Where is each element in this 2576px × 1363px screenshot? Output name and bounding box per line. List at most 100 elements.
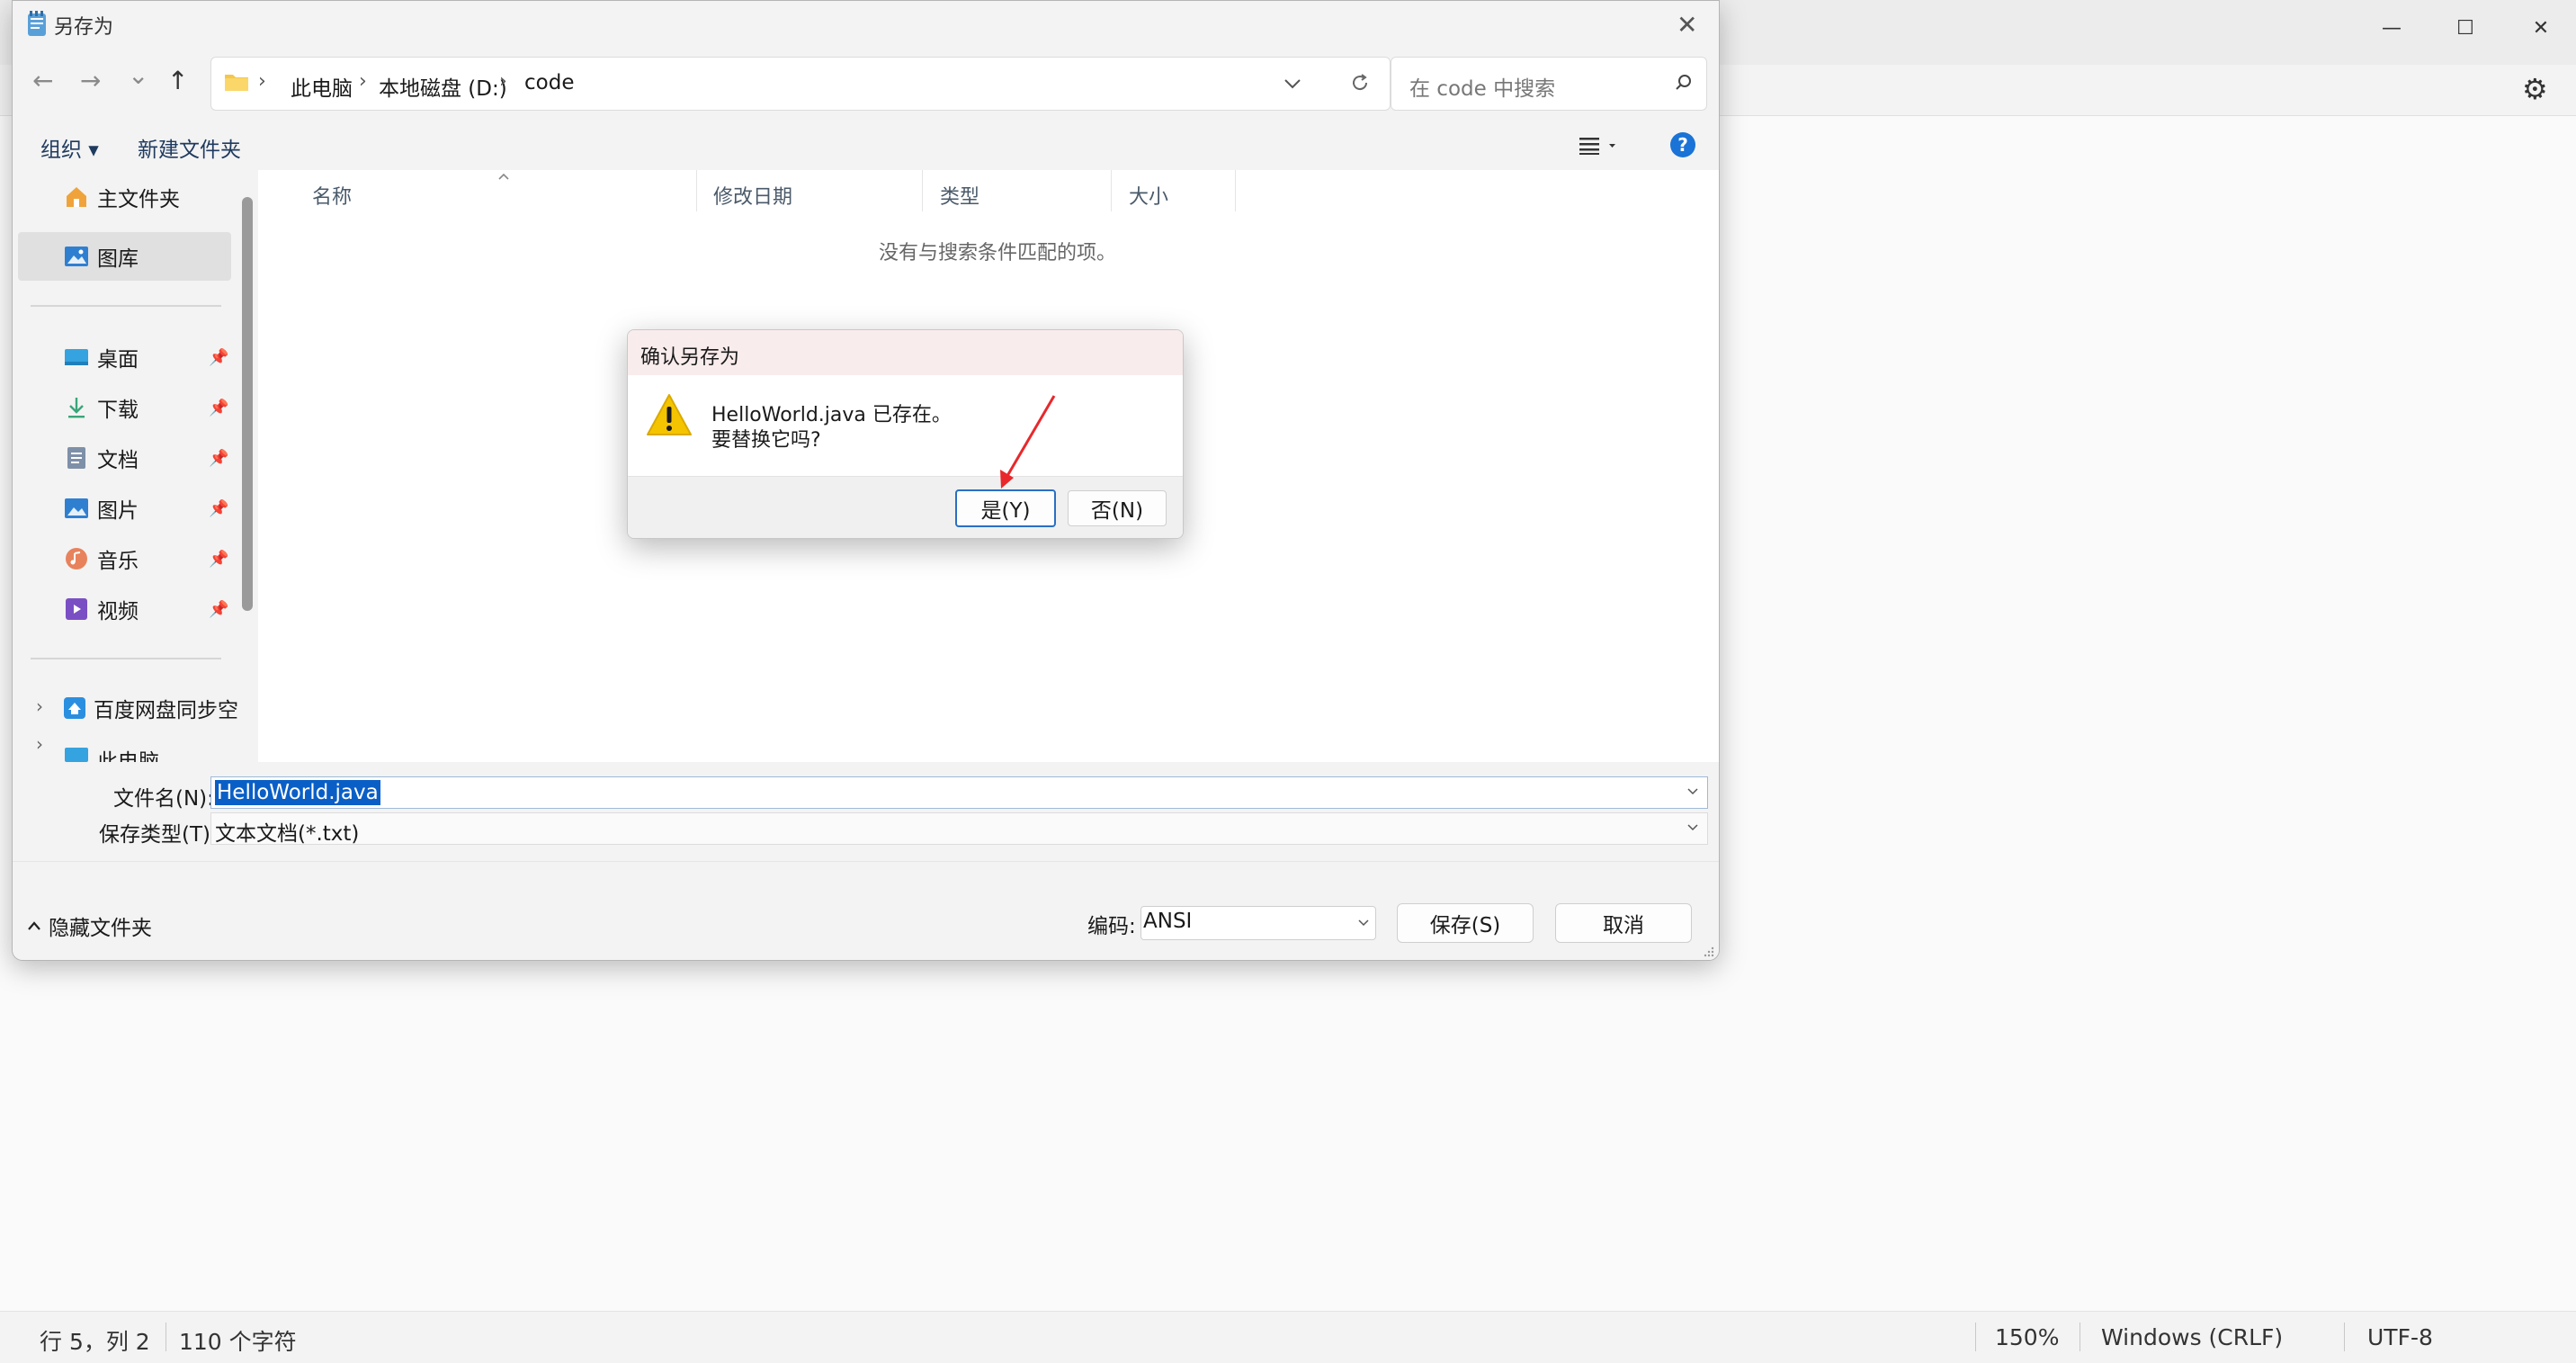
up-arrow-icon[interactable]: ↑ xyxy=(167,66,188,95)
expand-chevron-icon[interactable]: › xyxy=(36,695,43,717)
confirm-title: 确认另存为 xyxy=(640,346,740,369)
encoding-label: 编码: xyxy=(1087,915,1136,938)
nav-item-label: 视频 xyxy=(97,600,139,623)
cancel-button[interactable]: 取消 xyxy=(1555,903,1692,943)
encoding-value: ANSI xyxy=(1143,910,1193,933)
nav-item-label: 百度网盘同步空间 xyxy=(94,699,240,722)
pin-icon: 📌 xyxy=(209,499,229,518)
forward-arrow-icon[interactable]: → xyxy=(80,66,101,95)
column-divider[interactable] xyxy=(1235,170,1236,211)
address-dropdown-chevron-icon[interactable] xyxy=(1284,77,1301,90)
status-bar: 行 5，列 2 110 个字符 150% Windows (CRLF) UTF-… xyxy=(0,1311,2576,1363)
filename-label: 文件名(N): xyxy=(113,787,214,811)
filetype-label: 保存类型(T): xyxy=(99,823,218,847)
confirm-message-line2: 要替换它吗? xyxy=(711,429,821,452)
encoding-dropdown-chevron-icon[interactable] xyxy=(1357,919,1370,928)
status-divider xyxy=(165,1323,166,1351)
music-icon xyxy=(63,546,90,571)
pin-icon: 📌 xyxy=(209,550,229,569)
search-icon[interactable] xyxy=(1674,73,1694,93)
column-header-modified[interactable]: 修改日期 xyxy=(713,181,792,210)
column-divider[interactable] xyxy=(1111,170,1112,211)
address-bar[interactable]: › 此电脑 › 本地磁盘 (D:) › code xyxy=(210,57,1391,111)
nav-item-music[interactable]: 音乐 xyxy=(13,535,228,582)
nav-item-home[interactable]: 主文件夹 xyxy=(13,174,228,220)
nav-item-label: 桌面 xyxy=(97,348,139,372)
refresh-icon[interactable] xyxy=(1349,72,1371,94)
line-ending[interactable]: Windows (CRLF) xyxy=(2101,1324,2283,1350)
organize-menu[interactable]: 组织 ▾ xyxy=(40,132,99,163)
nav-item-videos[interactable]: 视频 xyxy=(13,586,228,632)
nav-item-label: 图库 xyxy=(97,247,139,271)
breadcrumb-code[interactable]: code xyxy=(524,71,574,94)
hide-folders-toggle[interactable]: 隐藏文件夹 xyxy=(27,910,152,941)
view-options-icon[interactable] xyxy=(1579,136,1619,156)
command-bar: 组织 ▾ 新建文件夹 ? xyxy=(13,120,1719,170)
save-button[interactable]: 保存(S) xyxy=(1397,903,1534,943)
filename-dropdown-chevron-icon[interactable] xyxy=(1686,787,1699,796)
dialog-footer: 隐藏文件夹 编码: ANSI 保存(S) 取消 xyxy=(13,861,1719,960)
filename-input[interactable]: HelloWorld.java xyxy=(210,776,1708,809)
yes-button[interactable]: 是(Y) xyxy=(955,489,1056,527)
annotation-arrow-icon xyxy=(1000,395,1056,489)
confirm-titlebar: 确认另存为 xyxy=(628,330,1183,375)
confirm-body: HelloWorld.java 已存在。 要替换它吗? xyxy=(628,375,1183,476)
breadcrumb-separator: › xyxy=(359,70,367,93)
breadcrumb-drive-d[interactable]: 本地磁盘 (D:) xyxy=(379,71,507,102)
nav-item-documents[interactable]: 文档 xyxy=(13,435,228,481)
nav-item-label: 音乐 xyxy=(97,550,139,573)
column-divider[interactable] xyxy=(922,170,923,211)
resize-grip-icon[interactable] xyxy=(1702,945,1714,957)
status-divider xyxy=(1975,1323,1976,1351)
new-folder-button[interactable]: 新建文件夹 xyxy=(138,132,241,163)
char-count: 110 个字符 xyxy=(179,1329,297,1355)
encoding-select[interactable]: ANSI xyxy=(1140,906,1376,940)
nav-item-gallery[interactable]: 图库 xyxy=(18,232,231,281)
sort-ascending-icon xyxy=(498,173,509,180)
nav-item-label: 图片 xyxy=(97,499,139,523)
breadcrumb-separator: › xyxy=(499,70,507,93)
column-header-size[interactable]: 大小 xyxy=(1129,181,1168,210)
nav-item-this-pc[interactable]: › 此电脑 xyxy=(13,730,228,762)
column-header-name[interactable]: 名称 xyxy=(312,181,352,210)
help-icon[interactable]: ? xyxy=(1670,132,1695,157)
back-arrow-icon[interactable]: ← xyxy=(32,66,53,95)
pin-icon: 📌 xyxy=(209,348,229,367)
filetype-dropdown-chevron-icon[interactable] xyxy=(1686,823,1699,832)
nav-item-desktop[interactable]: 桌面 xyxy=(13,334,228,381)
zoom-level[interactable]: 150% xyxy=(1995,1324,2059,1350)
confirm-save-dialog: 确认另存为 HelloWorld.java 已存在。 要替换它吗? 是(Y) 否… xyxy=(627,329,1184,539)
filetype-value: 文本文档(*.txt) xyxy=(215,822,360,846)
filename-value: HelloWorld.java xyxy=(215,780,380,805)
dialog-close-icon[interactable]: ✕ xyxy=(1677,10,1697,40)
desktop-icon xyxy=(63,345,90,370)
chevron-up-icon xyxy=(28,921,40,930)
recent-locations-chevron-icon[interactable]: ⌄ xyxy=(128,60,148,90)
nav-scrollbar-thumb[interactable] xyxy=(242,197,253,611)
pin-icon: 📌 xyxy=(209,449,229,468)
column-header-type[interactable]: 类型 xyxy=(940,181,979,210)
expand-chevron-icon[interactable]: › xyxy=(36,733,43,755)
nav-item-downloads[interactable]: 下载 xyxy=(13,384,228,431)
settings-gear-icon[interactable]: ⚙ xyxy=(2522,72,2548,106)
hide-folders-label: 隐藏文件夹 xyxy=(49,917,152,940)
close-button[interactable]: ✕ xyxy=(2491,5,2576,50)
dialog-titlebar: 另存为 ✕ xyxy=(13,1,1719,46)
search-box[interactable]: 在 code 中搜索 xyxy=(1391,57,1707,111)
nav-divider xyxy=(31,658,221,659)
nav-item-pictures[interactable]: 图片 xyxy=(13,485,228,532)
cursor-position: 行 5，列 2 xyxy=(40,1329,150,1355)
download-icon xyxy=(63,395,90,420)
notepad-app-icon xyxy=(28,11,46,36)
videos-icon xyxy=(63,596,90,622)
column-divider[interactable] xyxy=(696,170,697,211)
warning-icon xyxy=(647,394,692,435)
nav-item-label: 主文件夹 xyxy=(97,188,180,211)
pin-icon: 📌 xyxy=(209,600,229,619)
status-encoding[interactable]: UTF-8 xyxy=(2367,1324,2433,1350)
gallery-icon xyxy=(63,244,90,269)
nav-item-baidu-sync[interactable]: › 百度网盘同步空间 xyxy=(13,685,240,731)
no-button[interactable]: 否(N) xyxy=(1068,490,1167,526)
breadcrumb-this-pc[interactable]: 此电脑 xyxy=(291,71,353,102)
filetype-select[interactable]: 文本文档(*.txt) xyxy=(210,812,1708,846)
